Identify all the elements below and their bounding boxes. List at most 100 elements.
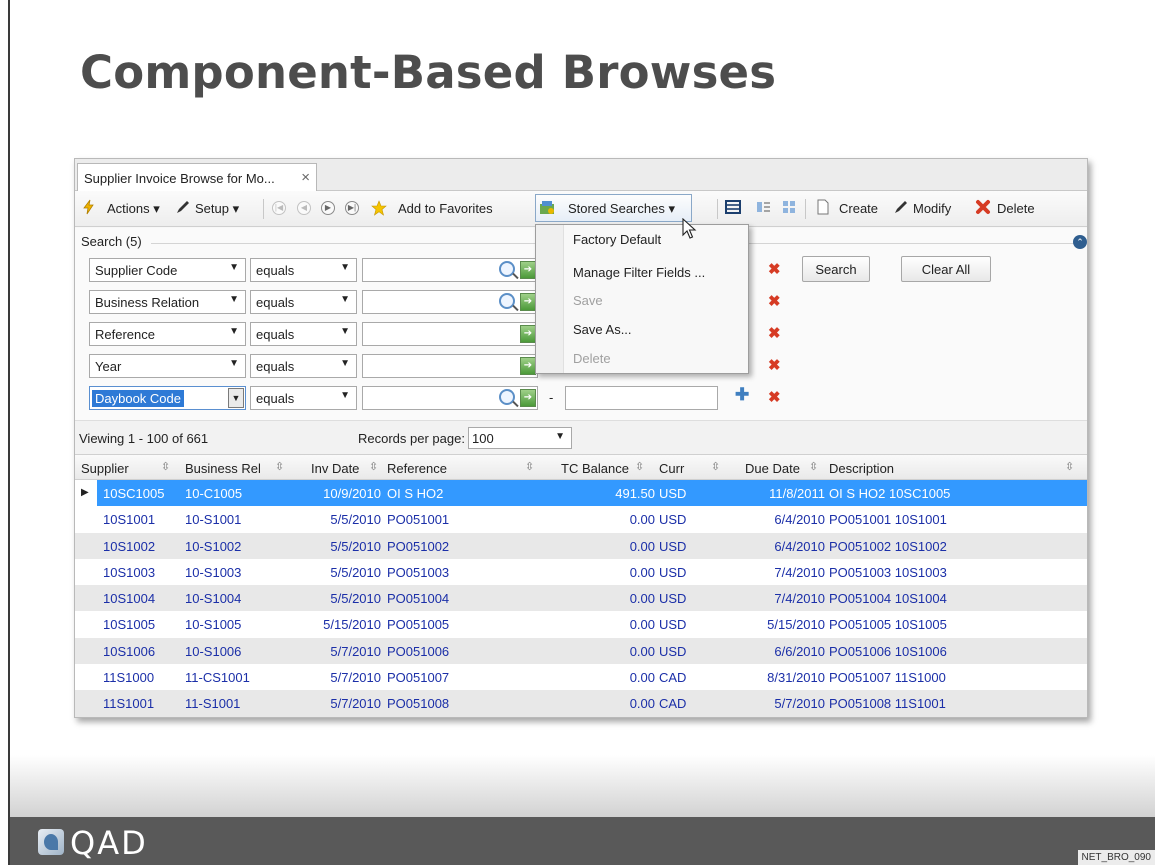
menu-item-manage-filter-fields[interactable]: Manage Filter Fields ...: [573, 265, 705, 280]
go-icon[interactable]: ➔: [520, 293, 536, 311]
table-cell: PO051002: [387, 538, 450, 554]
next-page-icon[interactable]: ▶: [321, 201, 335, 215]
card-view-icon[interactable]: [781, 199, 797, 215]
table-cell: 10S1005: [103, 617, 156, 633]
grid-header: Supplier ⇳ Business Rel ⇳ Inv Date ⇳ Ref…: [75, 454, 1087, 480]
sort-icon[interactable]: ⇳: [711, 460, 720, 473]
table-cell: PO051008: [387, 696, 450, 712]
table-row[interactable]: 10S1001 10-S1001 5/5/2010 PO051001 0.00 USD 6/…: [75, 506, 1087, 533]
create-button[interactable]: Create: [839, 201, 878, 216]
filter-value-input[interactable]: ➔: [362, 322, 538, 346]
lookup-icon[interactable]: [499, 293, 515, 309]
table-cell: 10S1004: [103, 591, 156, 607]
add-filter-icon[interactable]: ✚: [735, 385, 749, 405]
go-icon[interactable]: ➔: [520, 357, 536, 375]
table-row[interactable]: 10S1005 10-S1005 5/15/2010 PO051005 0.00 USD 5…: [75, 611, 1087, 638]
stored-searches-button[interactable]: Stored Searches ▾: [535, 194, 692, 222]
sort-icon[interactable]: ⇳: [1065, 460, 1074, 473]
collapse-icon[interactable]: ⌃: [1073, 235, 1087, 249]
list-view-icon[interactable]: [725, 199, 741, 215]
sort-icon[interactable]: ⇳: [161, 460, 170, 473]
lookup-icon[interactable]: [499, 261, 515, 277]
column-header-inv-date[interactable]: Inv Date: [311, 461, 359, 476]
column-header-business-rel[interactable]: Business Rel: [185, 461, 261, 476]
setup-menu[interactable]: Setup ▾: [195, 201, 239, 217]
table-cell: PO051001 10S1001: [829, 512, 947, 528]
filter-field-select[interactable]: Year ▼: [89, 354, 246, 378]
filter-field-select[interactable]: Reference ▼: [89, 322, 246, 346]
remove-filter-icon[interactable]: ✖: [768, 324, 781, 342]
modify-button[interactable]: Modify: [913, 201, 951, 216]
go-icon[interactable]: ➔: [520, 261, 536, 279]
remove-filter-icon[interactable]: ✖: [768, 388, 781, 406]
menu-item-save-as[interactable]: Save As...: [573, 322, 632, 337]
sort-icon[interactable]: ⇳: [275, 460, 284, 473]
search-button[interactable]: Search: [802, 256, 870, 282]
filter-value-input[interactable]: ➔: [362, 258, 538, 282]
column-header-supplier[interactable]: Supplier: [81, 461, 129, 476]
filter-operator-select[interactable]: equals ▼: [250, 322, 357, 346]
filter-value-input[interactable]: ➔: [362, 290, 538, 314]
remove-filter-icon[interactable]: ✖: [768, 356, 781, 374]
remove-filter-icon[interactable]: ✖: [768, 260, 781, 278]
menu-item-delete[interactable]: Delete: [573, 351, 611, 366]
filter-value-input[interactable]: ➔: [362, 354, 538, 378]
table-row[interactable]: 10S1003 10-S1003 5/5/2010 PO051003 0.00 USD 7/…: [75, 558, 1087, 586]
last-page-icon[interactable]: ▶|: [345, 201, 359, 215]
tab-supplier-invoice-browse[interactable]: Supplier Invoice Browse for Mo... ×: [77, 163, 317, 192]
table-row[interactable]: 10S1002 10-S1002 5/5/2010 PO051002 0.00 USD 6/…: [75, 532, 1087, 559]
sort-icon[interactable]: ⇳: [809, 460, 818, 473]
remove-filter-icon[interactable]: ✖: [768, 292, 781, 310]
column-header-reference[interactable]: Reference: [387, 461, 447, 476]
table-cell: 0.00: [629, 538, 655, 554]
table-cell: 491.50: [615, 486, 655, 501]
table-cell: PO051008 11S1001: [829, 696, 946, 712]
sort-icon[interactable]: ⇳: [525, 460, 534, 473]
close-icon[interactable]: ×: [301, 169, 310, 186]
actions-menu[interactable]: Actions ▾: [107, 201, 160, 217]
lookup-icon[interactable]: [499, 389, 515, 405]
filter-field-select[interactable]: Supplier Code ▼: [89, 258, 246, 282]
column-header-curr[interactable]: Curr: [659, 461, 684, 476]
table-row[interactable]: 10S1006 10-S1006 5/7/2010 PO051006 0.00 USD 6/…: [75, 637, 1087, 665]
first-page-icon[interactable]: |◀: [272, 201, 286, 215]
table-cell: 11S1001: [103, 696, 155, 712]
filter-field-select[interactable]: Business Relation ▼: [89, 290, 246, 314]
table-cell: USD: [659, 564, 687, 580]
table-cell: 10-S1005: [185, 617, 242, 633]
column-header-description[interactable]: Description: [829, 461, 894, 476]
qad-logo-text: QAD: [70, 824, 148, 862]
menu-item-factory-default[interactable]: Factory Default: [573, 232, 661, 247]
table-cell: 7/4/2010: [774, 564, 825, 580]
detail-view-icon[interactable]: [755, 199, 771, 215]
filter-value-input[interactable]: ➔: [362, 386, 538, 410]
sort-icon[interactable]: ⇳: [369, 460, 378, 473]
records-per-page-select[interactable]: 100 ▼: [468, 427, 572, 449]
previous-page-icon[interactable]: ◀: [297, 201, 311, 215]
table-row[interactable]: 11S1000 11-CS1001 5/7/2010 PO051007 0.00 CAD 8…: [75, 664, 1087, 691]
table-cell: 10S1006: [103, 643, 156, 659]
filter-operator-select[interactable]: equals ▼: [250, 290, 357, 314]
column-header-due-date[interactable]: Due Date: [745, 461, 800, 476]
filter-range-to-input[interactable]: [565, 386, 718, 410]
table-cell: 6/6/2010: [774, 643, 825, 659]
menu-item-save[interactable]: Save: [573, 293, 603, 308]
add-to-favorites-button[interactable]: Add to Favorites: [398, 201, 493, 216]
table-cell: 10S1002: [103, 538, 156, 554]
filter-field-select[interactable]: Daybook Code ▼: [89, 386, 246, 410]
filter-operator-select[interactable]: equals ▼: [250, 386, 357, 410]
go-icon[interactable]: ➔: [520, 389, 536, 407]
table-cell: 0.00: [629, 617, 655, 633]
table-cell: OI S HO2: [387, 486, 444, 501]
filter-operator-select[interactable]: equals ▼: [250, 354, 357, 378]
filter-operator-select[interactable]: equals ▼: [250, 258, 357, 282]
go-icon[interactable]: ➔: [520, 325, 536, 343]
toolbar-separator: [805, 199, 806, 219]
column-header-tc-balance[interactable]: TC Balance: [561, 461, 629, 476]
delete-button[interactable]: Delete: [997, 201, 1035, 216]
table-row[interactable]: 10S1004 10-S1004 5/5/2010 PO051004 0.00 USD 7/…: [75, 585, 1087, 612]
table-row[interactable]: ▶ 10SC1005 10-C1005 10/9/2010 OI S HO2 491.50…: [75, 480, 1087, 507]
clear-all-button[interactable]: Clear All: [901, 256, 991, 282]
table-row[interactable]: 11S1001 11-S1001 5/7/2010 PO051008 0.00 CAD 5/…: [75, 690, 1087, 717]
sort-icon[interactable]: ⇳: [635, 460, 644, 473]
